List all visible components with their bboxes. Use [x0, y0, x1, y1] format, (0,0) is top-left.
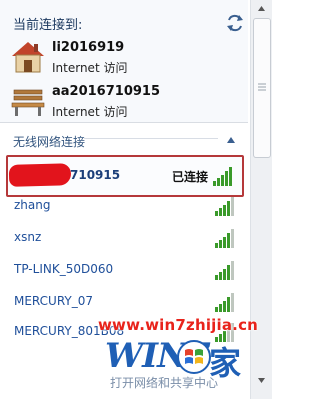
park-bench-icon [11, 89, 45, 116]
wifi-network-item[interactable]: zhang [6, 192, 244, 220]
watermark-logo-char: 家 [209, 344, 242, 382]
signal-strength-icon [213, 167, 232, 186]
watermark-logo: WIN7 家 [105, 336, 265, 384]
wifi-network-item[interactable]: MERCURY_07 [6, 288, 244, 316]
wifi-network-item-selected[interactable]: 710915 已连接 [6, 155, 244, 197]
scroll-up-arrow-icon[interactable] [252, 0, 271, 17]
wifi-network-ssid: xsnz [14, 230, 42, 244]
connection-name: li2016919 [52, 40, 125, 55]
redaction-mark [8, 163, 72, 187]
network-flyout: 当前连接到: li2016919 Internet 访问 aa201671091… [0, 0, 272, 399]
wifi-network-ssid: 710915 [70, 168, 121, 182]
wifi-network-ssid: zhang [14, 198, 51, 212]
connection-name: aa2016710915 [52, 84, 160, 99]
current-connection-item: li2016919 Internet 访问 [10, 38, 240, 82]
current-connections-title: 当前连接到: [13, 18, 83, 33]
current-connection-item: aa2016710915 Internet 访问 [10, 82, 240, 126]
wifi-network-item[interactable]: TP-LINK_50D060 [6, 256, 244, 284]
scrollbar-thumb[interactable] [253, 18, 271, 158]
windows-flag-icon [177, 340, 211, 374]
connection-status: Internet 访问 [52, 61, 128, 75]
signal-strength-icon [215, 293, 234, 312]
connection-status-label: 已连接 [171, 170, 208, 184]
signal-strength-icon [215, 229, 234, 248]
signal-strength-icon [215, 197, 234, 216]
watermark-url: www.win7zhijia.cn [98, 316, 259, 334]
signal-strength-icon [215, 261, 234, 280]
section-divider [84, 138, 218, 139]
wifi-network-ssid: MERCURY_07 [14, 294, 94, 308]
house-icon [12, 42, 44, 73]
current-connections-section: 当前连接到: li2016919 Internet 访问 aa201671091… [0, 0, 248, 123]
wireless-section-title: 无线网络连接 [13, 135, 86, 149]
connection-status: Internet 访问 [52, 105, 128, 119]
chevron-up-icon[interactable] [226, 136, 236, 144]
wifi-network-ssid: TP-LINK_50D060 [14, 262, 114, 276]
grip-icon [258, 83, 266, 91]
refresh-icon[interactable] [224, 12, 246, 34]
wifi-network-item[interactable]: xsnz [6, 224, 244, 252]
